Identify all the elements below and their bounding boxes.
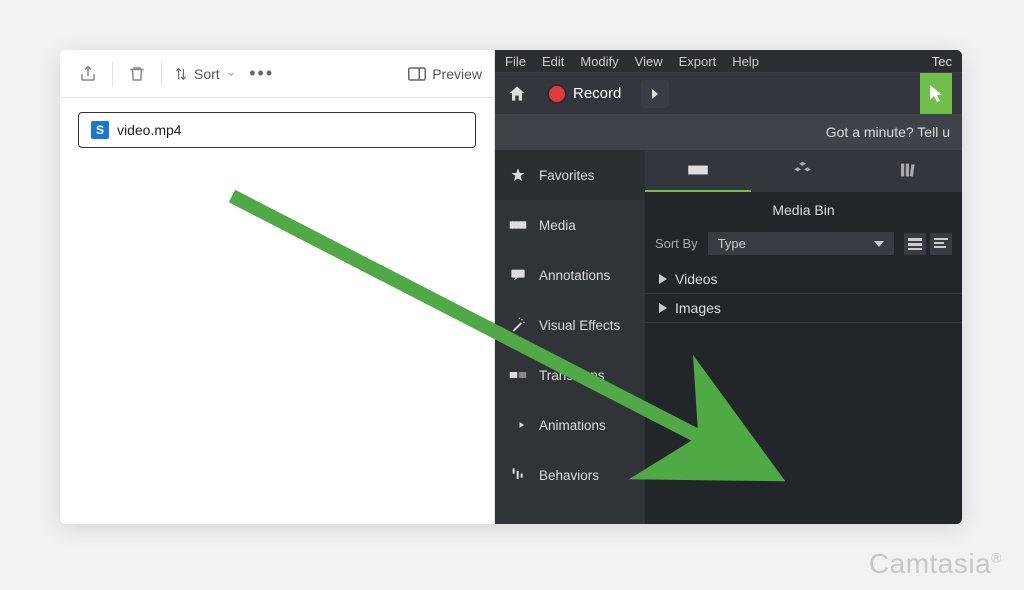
trash-button[interactable] <box>121 58 153 90</box>
file-name: video.mp4 <box>117 122 182 138</box>
menu-modify[interactable]: Modify <box>580 54 618 69</box>
filmstrip-icon <box>687 162 709 178</box>
media-group-videos[interactable]: Videos <box>645 265 962 294</box>
menu-view[interactable]: View <box>635 54 663 69</box>
sortby-value: Type <box>718 236 746 251</box>
sortby-label: Sort By <box>655 236 698 251</box>
sidebar-item-label: Media <box>539 218 576 233</box>
sidebar-item-behaviors[interactable]: Behaviors <box>495 450 645 500</box>
menu-bar: File Edit Modify View Export Help Tec <box>495 50 962 72</box>
tab-media[interactable] <box>645 150 751 192</box>
divider <box>112 62 113 86</box>
file-browser-toolbar: Sort ••• Preview <box>60 50 494 98</box>
triangle-right-icon <box>659 303 667 313</box>
sort-icon <box>174 67 188 81</box>
tools-sidebar: Favorites Media Annotations <box>495 150 645 524</box>
sort-label: Sort <box>194 66 220 82</box>
preview-button[interactable]: Preview <box>408 66 482 82</box>
notification-banner[interactable]: Got a minute? Tell u <box>495 114 962 150</box>
more-button[interactable]: ••• <box>246 58 278 90</box>
menu-edit[interactable]: Edit <box>542 54 564 69</box>
group-label: Videos <box>675 271 718 287</box>
group-label: Images <box>675 300 721 316</box>
sidebar-item-label: Transitions <box>539 368 605 383</box>
sidebar-item-visual-effects[interactable]: Visual Effects <box>495 300 645 350</box>
home-icon <box>507 84 527 104</box>
sidebar-item-annotations[interactable]: Annotations <box>495 250 645 300</box>
view-grid-button[interactable] <box>904 233 926 255</box>
snagit-file-icon: S <box>91 121 109 139</box>
share-button[interactable] <box>72 58 104 90</box>
sidebar-item-label: Animations <box>539 418 606 433</box>
banner-text: Got a minute? Tell u <box>826 124 950 140</box>
sidebar-item-label: Visual Effects <box>539 318 620 333</box>
preview-label: Preview <box>432 66 482 82</box>
app-window: Sort ••• Preview S video.mp4 File <box>60 50 962 524</box>
sidebar-item-favorites[interactable]: Favorites <box>495 150 645 200</box>
sidebar-item-label: Behaviors <box>539 468 599 483</box>
bars-icon <box>908 238 922 250</box>
chevron-down-icon <box>226 69 236 79</box>
file-browser-panel: Sort ••• Preview S video.mp4 <box>60 50 495 524</box>
menu-export[interactable]: Export <box>679 54 717 69</box>
preview-icon <box>408 67 426 81</box>
watermark: Camtasia® <box>869 548 1002 580</box>
star-icon <box>509 166 527 184</box>
cursor-tool-button[interactable] <box>920 73 952 115</box>
media-group-images[interactable]: Images <box>645 294 962 323</box>
file-item-video[interactable]: S video.mp4 <box>78 112 476 148</box>
books-icon <box>899 162 919 178</box>
transition-icon <box>509 366 527 384</box>
record-label: Record <box>573 85 621 102</box>
media-sort-bar: Sort By Type <box>645 228 962 265</box>
menu-help[interactable]: Help <box>732 54 759 69</box>
menu-file[interactable]: File <box>505 54 526 69</box>
behaviors-icon <box>509 466 527 484</box>
window-title: Tec <box>932 54 952 69</box>
main-toolbar: Record <box>495 72 962 114</box>
list-icon <box>934 238 948 250</box>
play-next-button[interactable] <box>641 80 669 108</box>
wand-icon <box>509 316 527 334</box>
record-icon <box>549 86 565 102</box>
sidebar-item-transitions[interactable]: Transitions <box>495 350 645 400</box>
editor-panel: File Edit Modify View Export Help Tec Re… <box>495 50 962 524</box>
view-buttons <box>904 233 952 255</box>
cursor-icon <box>928 84 944 104</box>
sortby-dropdown[interactable]: Type <box>708 232 894 255</box>
tab-assets[interactable] <box>856 150 962 192</box>
sidebar-item-animations[interactable]: Animations <box>495 400 645 450</box>
animation-icon <box>509 416 527 434</box>
filmstrip-icon <box>509 216 527 234</box>
triangle-right-icon <box>659 274 667 284</box>
sidebar-item-media[interactable]: Media <box>495 200 645 250</box>
sort-button[interactable]: Sort <box>170 66 240 82</box>
view-list-button[interactable] <box>930 233 952 255</box>
dropdown-triangle-icon <box>874 241 884 247</box>
content-area: Media Bin Sort By Type <box>645 150 962 524</box>
home-button[interactable] <box>505 82 529 106</box>
media-bin: Media Bin Sort By Type <box>645 192 962 323</box>
record-button[interactable]: Record <box>539 81 631 106</box>
divider <box>161 62 162 86</box>
workspace: Favorites Media Annotations <box>495 150 962 524</box>
content-tabs <box>645 150 962 192</box>
media-bin-title: Media Bin <box>645 192 962 228</box>
annotation-icon <box>509 266 527 284</box>
cubes-icon <box>794 161 814 179</box>
file-list: S video.mp4 <box>60 98 494 162</box>
chevron-right-icon <box>650 88 660 100</box>
sidebar-item-label: Annotations <box>539 268 610 283</box>
sidebar-item-label: Favorites <box>539 168 595 183</box>
tab-library[interactable] <box>751 150 857 192</box>
